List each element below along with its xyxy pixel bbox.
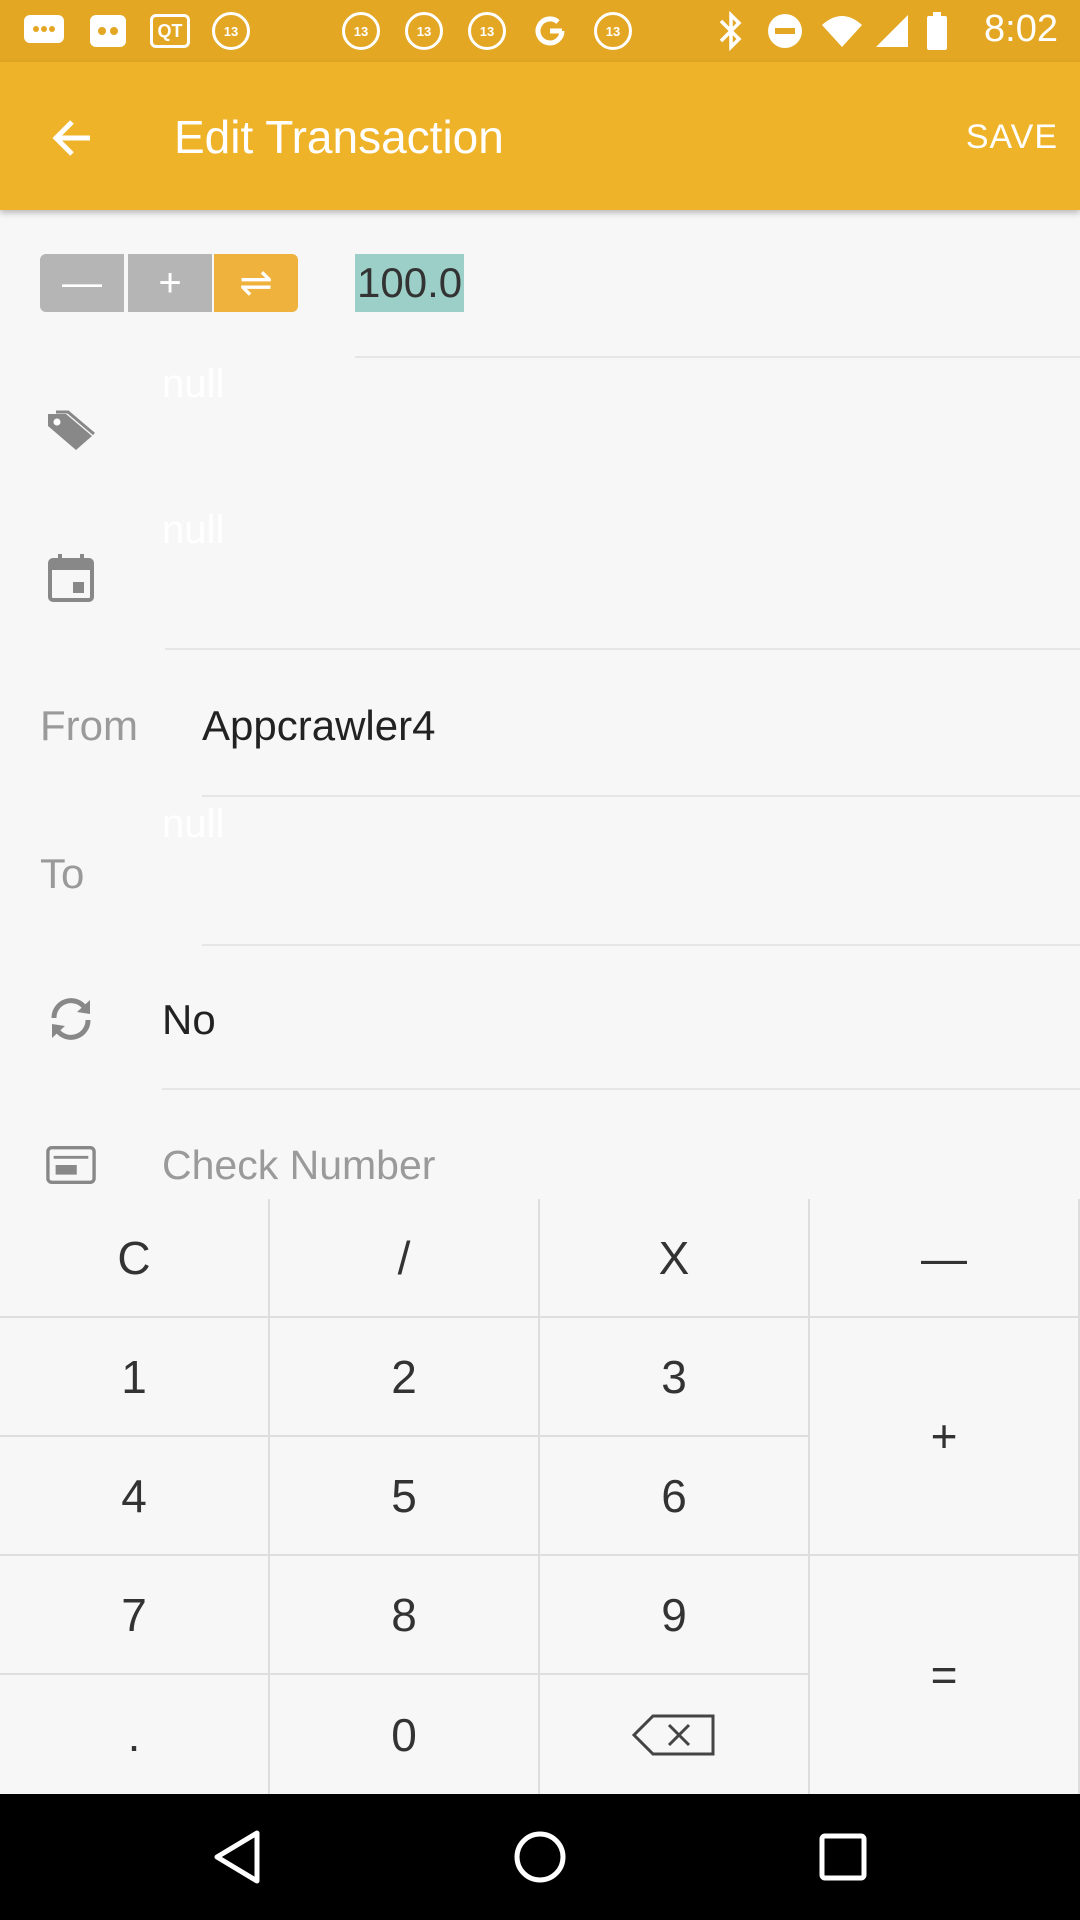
digit-8-key[interactable]: 8 xyxy=(270,1556,540,1675)
qt-label: QT xyxy=(150,14,190,48)
recurring-field[interactable]: No xyxy=(162,996,216,1044)
divide-key[interactable]: / xyxy=(270,1199,540,1318)
divider xyxy=(162,1088,1080,1090)
from-account-field[interactable]: Appcrawler4 xyxy=(202,702,435,750)
amount-value: 100.0 xyxy=(355,254,465,312)
save-button[interactable]: SAVE xyxy=(966,118,1058,157)
page-title: Edit Transaction xyxy=(174,111,504,163)
digit-7-key[interactable]: 7 xyxy=(0,1556,270,1675)
abc13-label: 13 xyxy=(212,12,250,50)
battery-icon xyxy=(926,11,948,51)
nav-recents-button[interactable] xyxy=(808,1822,878,1892)
equals-key[interactable]: = xyxy=(810,1556,1080,1794)
signal-icon xyxy=(874,11,910,51)
abc13-icon: 13 xyxy=(405,11,443,51)
to-hint: null xyxy=(162,802,225,846)
digit-4-key[interactable]: 4 xyxy=(0,1437,270,1556)
bluetooth-icon xyxy=(718,11,744,51)
digit-2-key[interactable]: 2 xyxy=(270,1318,540,1437)
nav-home-button[interactable] xyxy=(505,1822,575,1892)
check-card-icon xyxy=(46,1140,96,1190)
digit-3-key[interactable]: 3 xyxy=(540,1318,810,1437)
cat-face-icon xyxy=(88,11,128,51)
messages-icon xyxy=(22,11,66,51)
from-label: From xyxy=(40,702,138,749)
amount-field[interactable]: 100.0 xyxy=(355,254,1080,358)
nav-back-button[interactable] xyxy=(202,1822,272,1892)
triangle-back-icon xyxy=(214,1830,260,1884)
income-type-button[interactable]: + xyxy=(128,254,212,312)
clear-key[interactable]: C xyxy=(0,1199,270,1318)
do-not-disturb-icon xyxy=(766,11,804,51)
square-recents-icon xyxy=(819,1833,867,1881)
tag-icon xyxy=(46,406,96,456)
abc13-icon: 13 xyxy=(212,11,250,51)
abc13-icon: 13 xyxy=(594,11,632,51)
arrow-left-icon xyxy=(52,120,90,156)
backspace-icon xyxy=(631,1714,715,1755)
expense-type-button[interactable]: — xyxy=(40,254,124,312)
multiply-key[interactable]: X xyxy=(540,1199,810,1318)
abc13-icon: 13 xyxy=(468,11,506,51)
abc13-label: 13 xyxy=(468,12,506,50)
plus-key[interactable]: + xyxy=(810,1318,1080,1556)
circle-home-icon xyxy=(514,1831,566,1883)
to-label: To xyxy=(40,850,85,897)
category-field[interactable]: null xyxy=(162,362,224,407)
qt-icon: QT xyxy=(150,11,190,51)
digit-5-key[interactable]: 5 xyxy=(270,1437,540,1556)
divider xyxy=(165,648,1080,650)
digit-9-key[interactable]: 9 xyxy=(540,1556,810,1675)
abc13-label: 13 xyxy=(594,12,632,50)
digit-0-key[interactable]: 0 xyxy=(270,1675,540,1794)
divider xyxy=(202,795,1080,797)
clock: 8:02 xyxy=(984,8,1058,50)
abc13-icon: 13 xyxy=(342,11,380,51)
navigation-bar xyxy=(0,1794,1080,1920)
date-field[interactable]: null xyxy=(162,508,224,553)
calculator-keypad: C / X — 1 2 3 + 4 5 6 7 8 9 = . 0 xyxy=(0,1199,1080,1794)
calendar-icon xyxy=(46,552,96,602)
transfer-type-button[interactable]: ⇌ xyxy=(214,254,298,312)
wifi-icon xyxy=(820,11,864,51)
decimal-key[interactable]: . xyxy=(0,1675,270,1794)
google-icon xyxy=(532,11,568,51)
refresh-icon xyxy=(46,994,96,1044)
status-bar: QT 13 13 13 13 13 8:02 xyxy=(0,0,1080,62)
digit-6-key[interactable]: 6 xyxy=(540,1437,810,1556)
backspace-key[interactable] xyxy=(540,1675,810,1794)
check-number-field[interactable]: Check Number xyxy=(162,1142,435,1189)
abc13-label: 13 xyxy=(342,12,380,50)
digit-1-key[interactable]: 1 xyxy=(0,1318,270,1437)
abc13-label: 13 xyxy=(405,12,443,50)
minus-key[interactable]: — xyxy=(810,1199,1080,1318)
back-button[interactable] xyxy=(40,106,104,170)
to-account-field[interactable] xyxy=(202,944,1080,946)
app-bar: Edit Transaction SAVE xyxy=(0,62,1080,210)
